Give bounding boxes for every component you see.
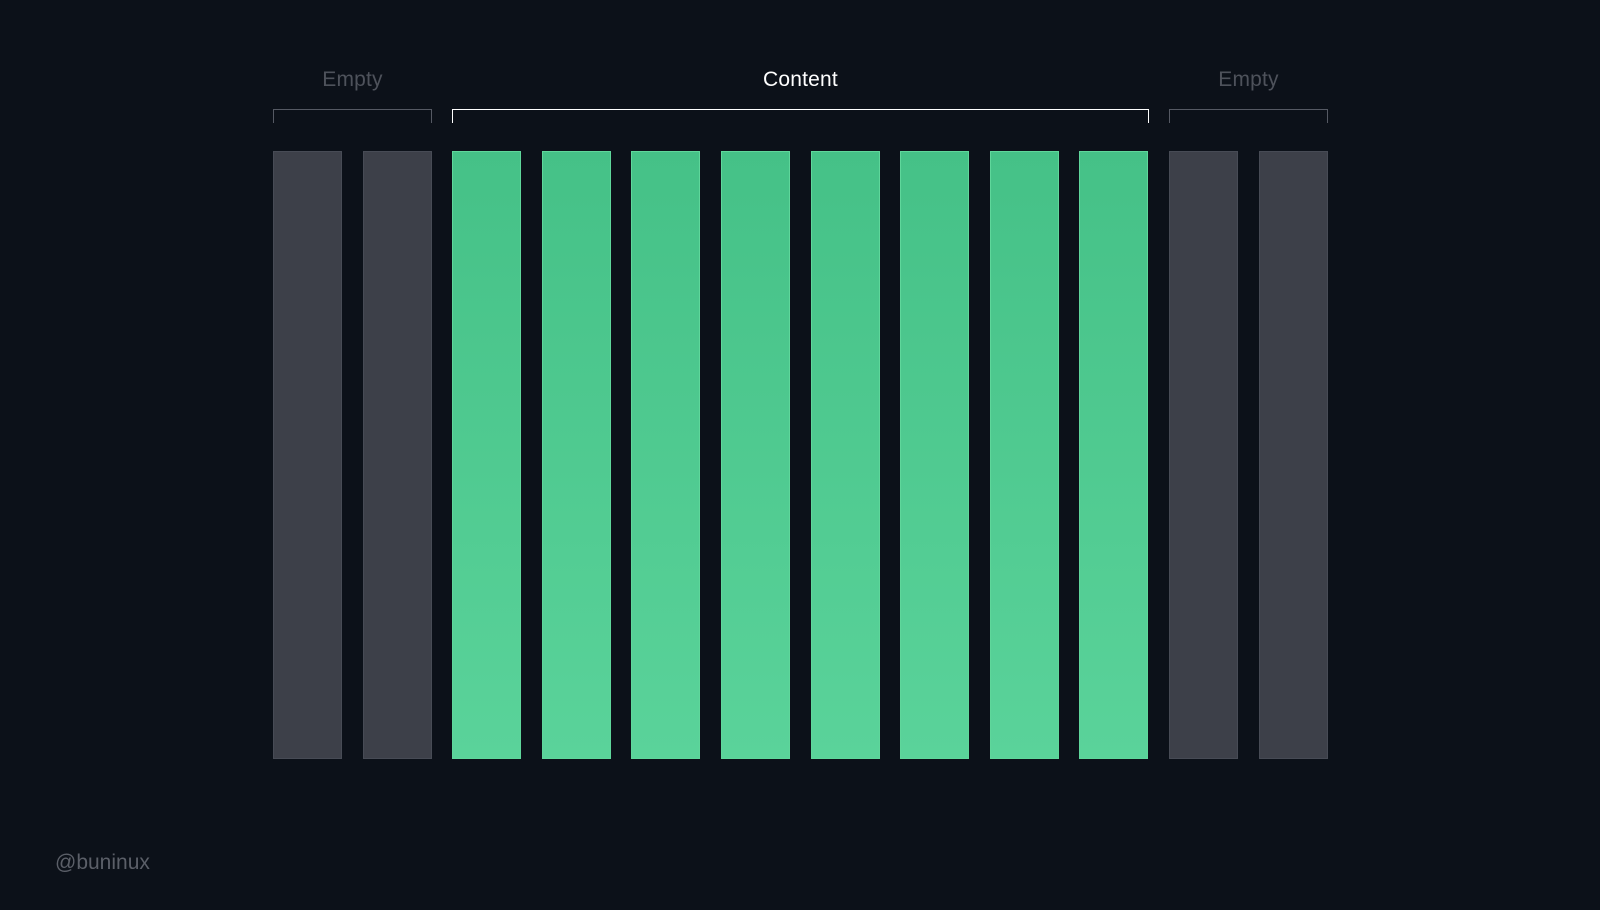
empty-right-label: Empty: [1218, 68, 1279, 91]
content-label: Content: [763, 68, 838, 91]
watermark: @buninux: [55, 851, 150, 874]
empty-left-label: Empty: [322, 68, 383, 91]
content-column-3: [452, 151, 522, 759]
empty-column-2: [362, 151, 432, 759]
empty-right-bracket: [1169, 109, 1328, 123]
empty-column-12: [1258, 151, 1328, 759]
grid-diagram: { "groups": { "empty_left": { "label": "…: [0, 0, 1600, 910]
column-grid: [273, 151, 1328, 759]
empty-left-bracket: [273, 109, 432, 123]
content-column-8: [900, 151, 970, 759]
content-column-4: [541, 151, 611, 759]
content-column-5: [631, 151, 701, 759]
empty-column-11: [1169, 151, 1238, 759]
content-bracket: [452, 109, 1149, 123]
content-column-10: [1079, 151, 1149, 759]
empty-column-1: [273, 151, 342, 759]
content-column-9: [989, 151, 1059, 759]
content-column-6: [721, 151, 790, 759]
content-column-7: [810, 151, 880, 759]
